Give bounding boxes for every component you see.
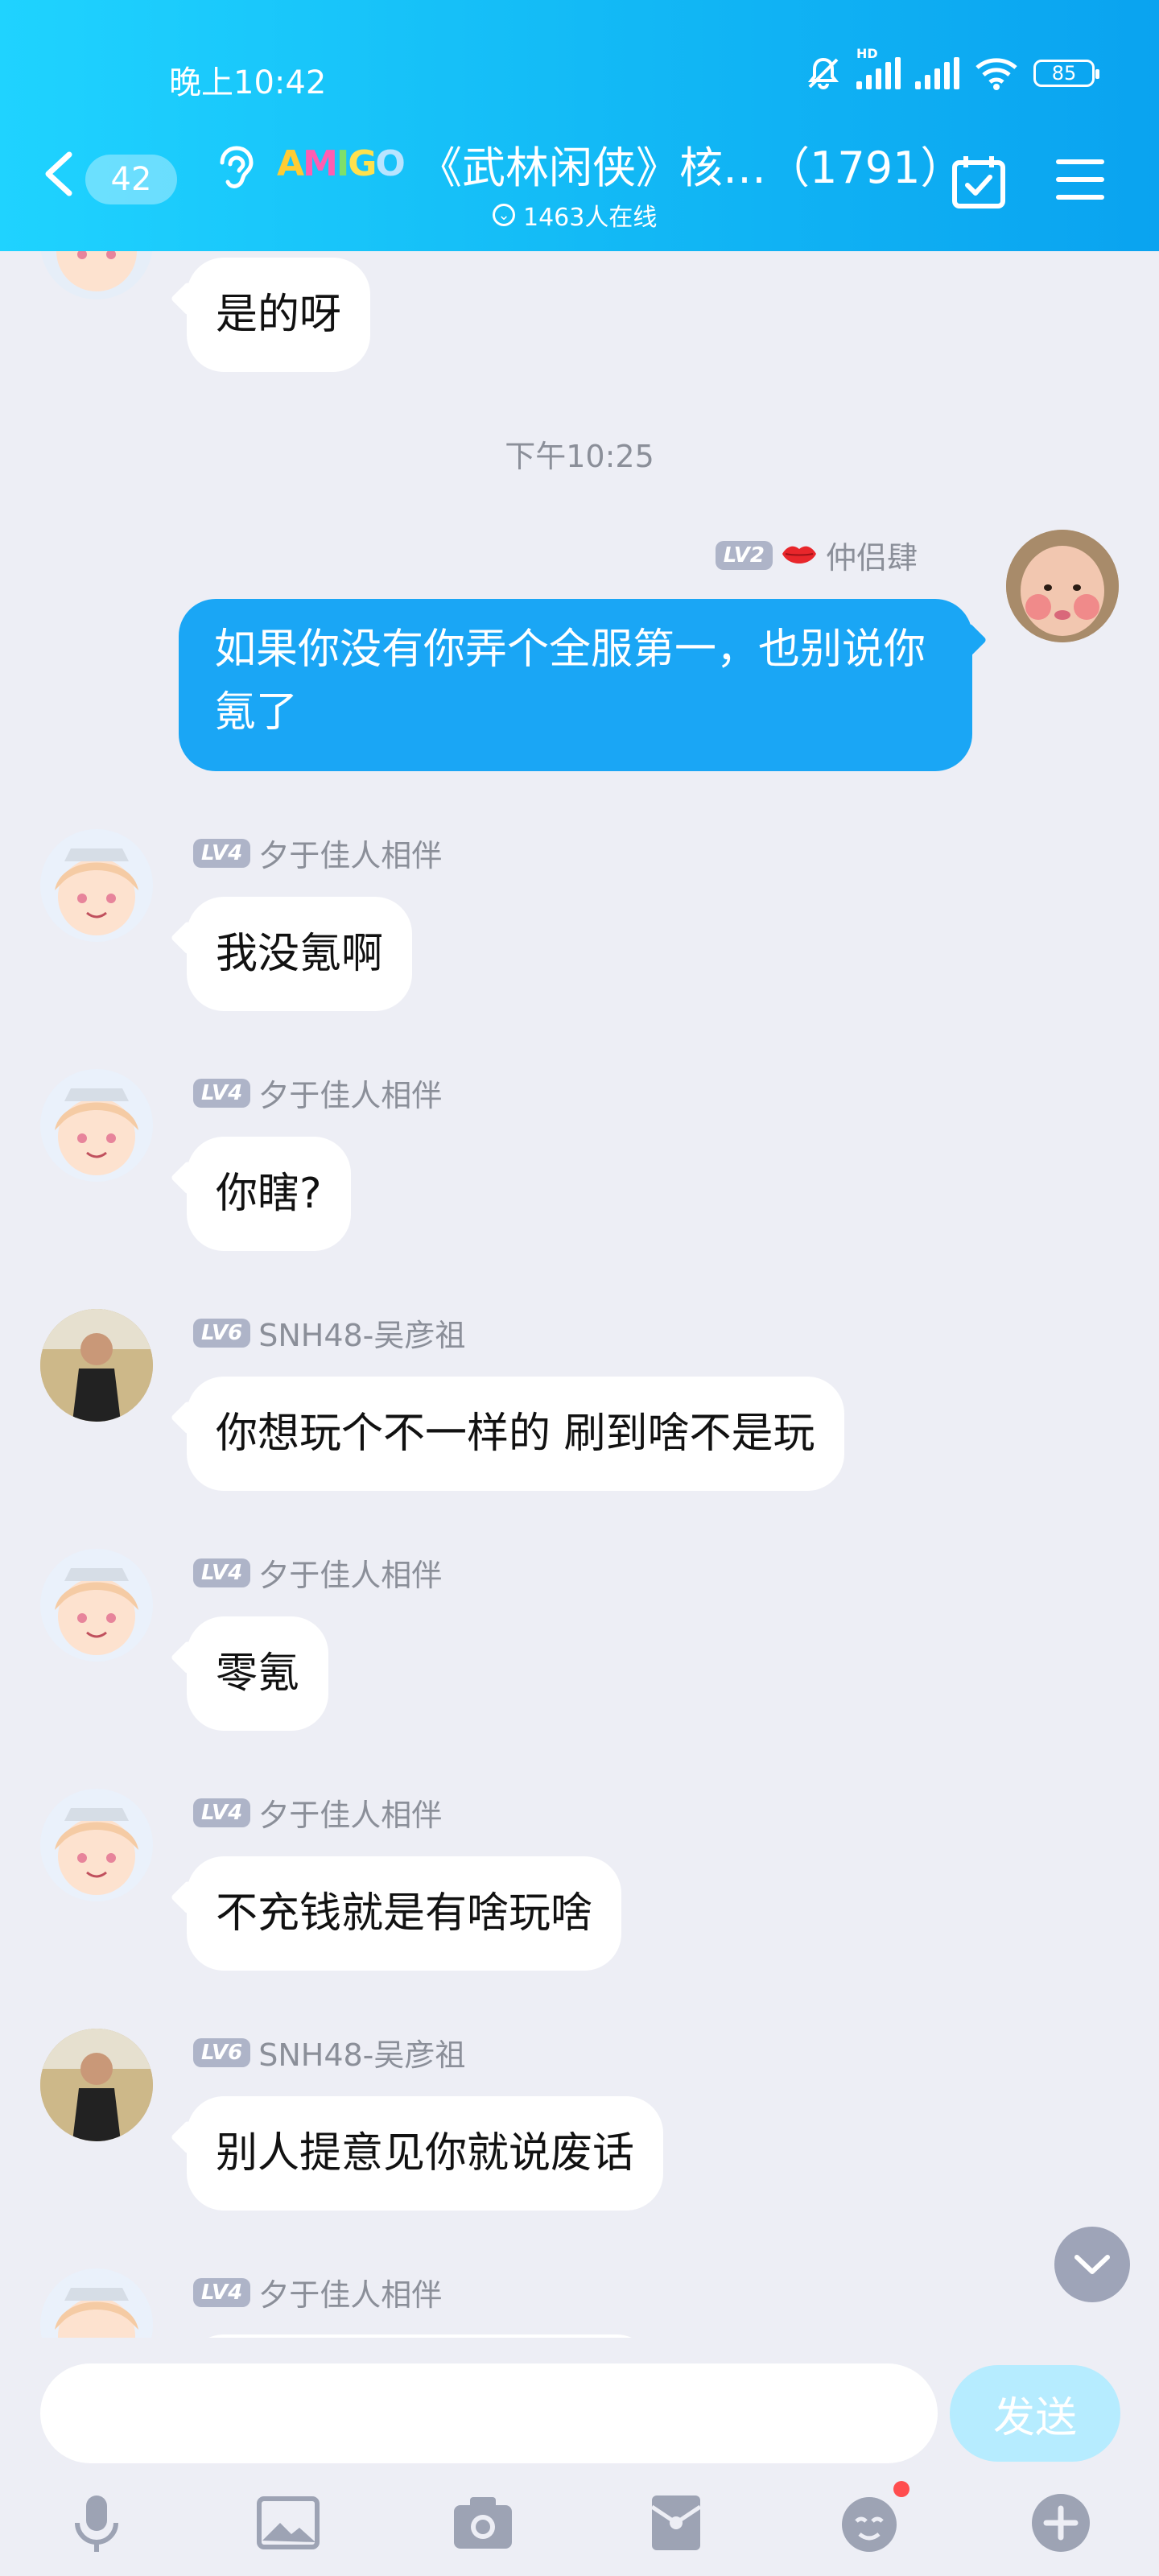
notification-dot — [893, 2481, 909, 2497]
online-count[interactable]: ⌄ 1463人在线 — [493, 197, 657, 233]
sender-name[interactable]: 夕于佳人相伴 — [258, 1550, 442, 1595]
sender-name[interactable]: 夕于佳人相伴 — [258, 2270, 442, 2314]
avatar[interactable] — [40, 2029, 153, 2141]
level-badge: LV6 — [193, 1318, 251, 1348]
status-icons: HD 85 — [805, 46, 1099, 92]
back-arrow-icon[interactable] — [42, 150, 74, 198]
name-row: LV4 夕于佳人相伴 — [193, 1550, 442, 1595]
name-row: LV6 SNH48-吴彦祖 — [193, 1311, 465, 1355]
my-avatar[interactable] — [1006, 530, 1119, 642]
signal-icon-2 — [915, 57, 959, 89]
message-input[interactable] — [40, 2363, 938, 2463]
sender-name[interactable]: SNH48-吴彦祖 — [258, 2030, 465, 2074]
sender-name[interactable]: 仲侣肆 — [826, 533, 918, 577]
message-bubble[interactable]: 我没氪啊 — [187, 897, 413, 1011]
menu-icon[interactable] — [1054, 158, 1106, 201]
level-badge: LV4 — [193, 2277, 251, 2307]
send-button[interactable]: 发送 — [950, 2365, 1120, 2462]
chat-title[interactable]: 《武林闲侠》核…（1791） — [419, 132, 963, 196]
red-packet-icon[interactable] — [644, 2491, 708, 2555]
level-badge: LV2 — [715, 540, 773, 570]
online-count-label: 1463人在线 — [523, 204, 658, 232]
sender-name[interactable]: 夕于佳人相伴 — [258, 1790, 442, 1835]
level-badge: LV4 — [193, 838, 251, 868]
level-badge: LV4 — [193, 1078, 251, 1108]
group-logo: AMIGO — [277, 143, 406, 184]
camera-icon[interactable] — [451, 2491, 515, 2555]
level-badge: LV4 — [193, 1558, 251, 1587]
sender-name[interactable]: 夕于佳人相伴 — [258, 831, 442, 875]
sender-name[interactable]: 夕于佳人相伴 — [258, 1071, 442, 1115]
chevron-down-icon: ⌄ — [493, 204, 515, 226]
avatar[interactable] — [40, 2268, 153, 2338]
message-bubble[interactable]: 是的呀 — [187, 258, 371, 372]
status-time: 晚上10:42 — [169, 64, 327, 101]
level-badge: LV4 — [193, 1798, 251, 1827]
list-item: LV4 夕于佳人相伴 — [0, 2260, 1159, 2338]
message-bubble[interactable]: 你想玩个不一样的 刷到啥不是玩 — [187, 1377, 844, 1491]
mute-icon — [807, 57, 839, 89]
hd-label: HD — [856, 46, 878, 61]
battery-indicator: 85 — [1033, 60, 1099, 87]
name-row: LV4 夕于佳人相伴 — [193, 2270, 442, 2314]
message-bubble[interactable]: 别人提意见你就说废话 — [187, 2096, 664, 2211]
message-bubble[interactable]: 你瞎? — [187, 1137, 351, 1251]
ear-icon[interactable] — [211, 143, 256, 193]
name-row: LV4 夕于佳人相伴 — [193, 1790, 442, 1835]
my-message-bubble[interactable]: 如果你没有你弄个全服第一，也别说你氪了 — [179, 599, 972, 771]
signal-icon — [856, 57, 901, 89]
lips-icon — [782, 546, 816, 564]
sender-name[interactable]: SNH48-吴彦祖 — [258, 1311, 465, 1355]
scroll-to-bottom-button[interactable] — [1054, 2227, 1130, 2302]
avatar[interactable] — [40, 1069, 153, 1182]
unread-count-badge[interactable]: 42 — [85, 155, 177, 204]
timestamp: 下午10:25 — [505, 439, 654, 474]
message-bubble[interactable]: 不充钱就是有啥玩啥 — [187, 1856, 622, 1971]
name-row: LV4 夕于佳人相伴 — [193, 831, 442, 875]
name-row: LV6 SNH48-吴彦祖 — [193, 2030, 465, 2074]
header-bar: 晚上10:42 HD 85 42 AMIGO 《武林闲侠》核…（1791） ⌄ … — [0, 0, 1159, 251]
message-bubble[interactable] — [187, 2334, 654, 2338]
emoji-icon — [842, 2497, 897, 2552]
emoji-button[interactable] — [837, 2481, 909, 2555]
level-badge: LV6 — [193, 2037, 251, 2067]
my-name-row: LV2 仲侣肆 — [715, 533, 918, 577]
plus-icon[interactable] — [1029, 2491, 1093, 2555]
avatar[interactable] — [40, 1309, 153, 1422]
avatar[interactable] — [40, 1549, 153, 1662]
wifi-icon — [975, 58, 1017, 90]
microphone-icon[interactable] — [64, 2491, 129, 2555]
avatar[interactable] — [40, 1789, 153, 1901]
image-icon[interactable] — [256, 2491, 320, 2555]
name-row: LV4 夕于佳人相伴 — [193, 1071, 442, 1115]
calendar-check-icon[interactable] — [950, 153, 1008, 211]
chevron-down-icon — [1074, 2255, 1110, 2274]
message-bubble[interactable]: 零氪 — [187, 1616, 329, 1731]
avatar[interactable] — [40, 829, 153, 942]
